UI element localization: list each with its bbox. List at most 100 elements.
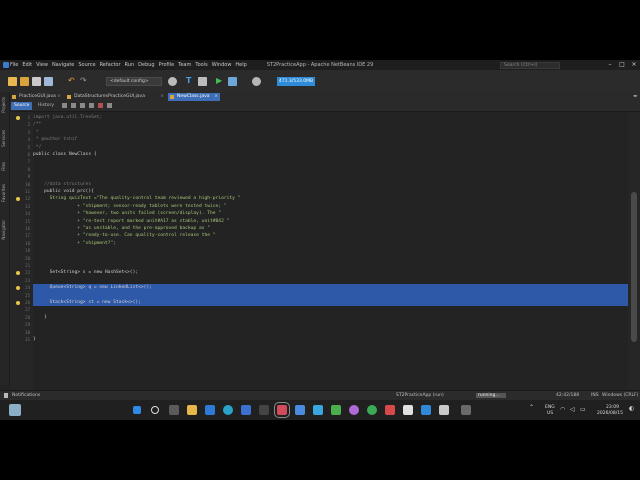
back-icon[interactable] — [62, 103, 67, 108]
redo-icon[interactable]: ↷ — [80, 75, 87, 87]
code-line[interactable]: //data structures — [33, 181, 628, 188]
code-line[interactable]: } — [33, 314, 628, 321]
config-settings-icon[interactable] — [168, 77, 177, 86]
code-line[interactable]: Stack<String> st = new Stack<>(); — [33, 299, 628, 307]
menu-item[interactable]: Debug — [138, 61, 154, 69]
scrollbar-thumb[interactable] — [631, 192, 637, 342]
code-line[interactable] — [33, 291, 628, 299]
hint-bulb-icon[interactable] — [16, 285, 20, 290]
code-line[interactable]: import java.util.TreeSet; — [33, 114, 628, 121]
file-explorer-icon[interactable] — [187, 405, 197, 415]
weather-widget-icon[interactable] — [9, 404, 21, 416]
mail-icon[interactable] — [295, 405, 305, 415]
code-line[interactable]: + "shipment?"; — [33, 240, 628, 247]
new-project-icon[interactable] — [8, 77, 17, 86]
history-tab[interactable]: History — [36, 102, 56, 110]
code-line[interactable] — [33, 329, 628, 336]
code-line[interactable]: * — [33, 129, 628, 136]
battery-icon[interactable]: ▭ — [580, 406, 586, 413]
stop-macro-icon[interactable] — [98, 103, 103, 108]
code-line[interactable]: String quizText ="The quality-control te… — [33, 195, 628, 202]
menu-item[interactable]: Source — [78, 61, 95, 69]
edge-icon[interactable] — [223, 405, 233, 415]
find-icon[interactable] — [80, 103, 85, 108]
menu-item[interactable]: Help — [235, 61, 246, 69]
hint-bulb-icon[interactable] — [16, 300, 20, 305]
code-line[interactable]: public void prc(){ — [33, 188, 628, 195]
menu-item[interactable]: Run — [125, 61, 135, 69]
menu-item[interactable]: Profile — [159, 61, 175, 69]
code-line[interactable]: + "ready-to-use. Can quality-control rel… — [33, 232, 628, 239]
projects-panel-tab[interactable]: Projects — [1, 97, 6, 113]
code-line[interactable] — [33, 247, 628, 254]
windows-start-icon[interactable] — [133, 406, 141, 414]
intellij-icon[interactable] — [259, 405, 269, 415]
code-line[interactable] — [33, 255, 628, 262]
forward-icon[interactable] — [71, 103, 76, 108]
menu-item[interactable]: Team — [178, 61, 191, 69]
build-hammer-icon[interactable]: T — [186, 75, 191, 87]
debug-icon[interactable] — [228, 77, 237, 86]
spotify-icon[interactable] — [367, 405, 377, 415]
save-all-icon[interactable] — [44, 77, 53, 86]
close-icon[interactable]: × — [628, 60, 640, 70]
notifications-icon[interactable] — [4, 393, 8, 398]
code-line[interactable] — [33, 158, 628, 165]
maximize-icon[interactable]: □ — [616, 60, 628, 70]
menu-item[interactable]: Tools — [195, 61, 207, 69]
snipping-tool-icon[interactable] — [439, 405, 449, 415]
code-line[interactable]: */ — [33, 144, 628, 151]
code-line[interactable] — [33, 306, 628, 313]
code-line[interactable]: /** — [33, 121, 628, 128]
brave-icon[interactable] — [385, 405, 395, 415]
clock-time[interactable]: 23:09 — [606, 405, 619, 410]
files-panel-tab[interactable]: Files — [1, 162, 6, 171]
tab-list-icon[interactable]: ◂▸ — [624, 93, 638, 101]
vertical-scrollbar[interactable] — [628, 112, 640, 395]
memory-indicator[interactable]: 471.3/533.0MB — [277, 77, 315, 86]
tab-practicegui[interactable]: PracticeGUI.java × — [10, 93, 63, 101]
word-icon[interactable] — [421, 405, 431, 415]
notifications-label[interactable]: Notifications — [12, 393, 40, 398]
code-line[interactable] — [33, 166, 628, 173]
toggle-bookmark-icon[interactable] — [89, 103, 94, 108]
minimize-icon[interactable]: – — [604, 60, 616, 70]
netbeans-taskbar-icon[interactable] — [274, 402, 290, 418]
code-line[interactable]: Set<String> s = new HashSet<>(); — [33, 269, 628, 276]
tray-chevron-icon[interactable]: ⌃ — [529, 404, 534, 411]
vscode-icon[interactable] — [205, 405, 215, 415]
open-project-icon[interactable] — [32, 77, 41, 86]
code-line[interactable] — [33, 277, 628, 284]
clock-date[interactable]: 2026/08/15 — [597, 411, 623, 416]
code-line[interactable] — [33, 262, 628, 269]
code-line[interactable]: } — [33, 336, 628, 343]
notification-center-icon[interactable]: ◐ — [629, 405, 634, 412]
favorites-panel-tab[interactable]: Favorites — [1, 184, 6, 202]
search-field[interactable]: Search (Ctrl+I) — [500, 61, 560, 69]
code-line[interactable]: + "as unstable, and the pre-approved bac… — [33, 225, 628, 232]
menu-item[interactable]: Edit — [22, 61, 32, 69]
search-icon[interactable] — [151, 406, 159, 414]
close-tab-icon[interactable]: × — [57, 93, 61, 101]
code-line[interactable]: * @author tshif — [33, 136, 628, 143]
tab-datastructurespracticegui[interactable]: DataStructuresPracticeGUI.java × — [65, 93, 166, 101]
menu-item[interactable]: Refactor — [100, 61, 121, 69]
task-view-icon[interactable] — [169, 405, 179, 415]
excel-icon[interactable] — [331, 405, 341, 415]
wifi-icon[interactable]: ◠ — [560, 406, 565, 413]
run-task-label[interactable]: ST2PracticeApp (run) — [396, 393, 444, 398]
menu-item[interactable]: Window — [212, 61, 232, 69]
outlook-icon[interactable] — [241, 405, 251, 415]
comment-icon[interactable] — [107, 103, 112, 108]
close-tab-icon[interactable]: × — [160, 93, 164, 101]
region-indicator[interactable]: US — [547, 411, 553, 416]
code-line[interactable]: Queue<String> q = new LinkedList<>(); — [33, 284, 628, 292]
menu-item[interactable]: View — [36, 61, 48, 69]
notion-icon[interactable] — [403, 405, 413, 415]
close-tab-icon[interactable]: × — [214, 93, 218, 101]
source-tab[interactable]: Source — [11, 102, 33, 110]
photos-icon[interactable] — [349, 405, 359, 415]
code-line[interactable] — [33, 321, 628, 328]
code-editor[interactable]: import java.util.TreeSet;/** * * @author… — [33, 112, 628, 395]
menu-item[interactable]: File — [10, 61, 18, 69]
